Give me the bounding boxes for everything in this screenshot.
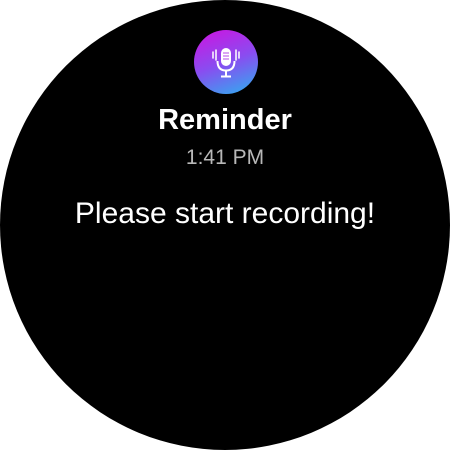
app-icon: [194, 30, 258, 94]
notification-message: Please start recording!: [74, 197, 376, 230]
notification-title: Reminder: [158, 104, 292, 136]
watch-screen: Reminder 1:41 PM Please start recording!: [0, 0, 450, 450]
notification-time: 1:41 PM: [185, 146, 265, 169]
microphone-icon: [212, 48, 240, 78]
